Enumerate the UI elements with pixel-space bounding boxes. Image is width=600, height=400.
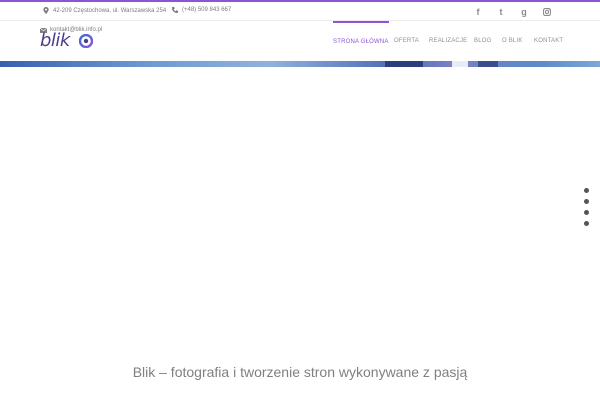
- google-plus-link[interactable]: g: [518, 6, 530, 18]
- tumblr-icon: t: [499, 7, 503, 17]
- nav-item-label: STRONA GŁÓWNA: [333, 39, 389, 45]
- phone-icon: [172, 7, 178, 13]
- nav-item-label: REALIZACJE: [429, 38, 468, 44]
- nav-item-about[interactable]: O BLIK: [502, 21, 523, 61]
- site-logo[interactable]: blik: [40, 31, 96, 53]
- instagram-link[interactable]: [541, 6, 553, 18]
- logo-text: blik: [40, 30, 70, 51]
- nav-item-projects[interactable]: REALIZACJE: [429, 21, 467, 61]
- nav-item-blog[interactable]: BLOG: [474, 21, 491, 61]
- slider-dot[interactable]: [584, 199, 589, 204]
- nav-item-offer[interactable]: OFERTA: [394, 21, 419, 61]
- address-text: 42-209 Częstochowa, ul. Warszawska 254: [53, 7, 167, 14]
- slider-dot[interactable]: [584, 210, 589, 215]
- nav-item-label: BLOG: [474, 38, 492, 44]
- hero-slider: [0, 67, 600, 400]
- google-plus-icon: g: [521, 7, 527, 17]
- nav-item-label: KONTAKT: [534, 38, 564, 44]
- hero-tagline: Blik – fotografia i tworzenie stron wyko…: [132, 364, 468, 380]
- phone-text: (+48) 509 843 667: [182, 7, 232, 13]
- nav-item-contact[interactable]: KONTAKT: [534, 21, 563, 61]
- map-pin-icon: [43, 7, 49, 14]
- nav-item-home[interactable]: STRONA GŁÓWNA: [333, 21, 389, 61]
- facebook-icon: f: [476, 7, 480, 17]
- aperture-logo-icon: [79, 34, 93, 48]
- nav-item-label: OFERTA: [394, 38, 419, 44]
- instagram-icon: [543, 8, 551, 16]
- nav-item-label: O BLIK: [502, 38, 523, 44]
- tumblr-link[interactable]: t: [495, 6, 507, 18]
- slider-dot[interactable]: [584, 221, 589, 226]
- address-info: 42-209 Częstochowa, ul. Warszawska 254: [43, 7, 166, 14]
- facebook-link[interactable]: f: [472, 6, 484, 18]
- phone-info[interactable]: (+48) 509 843 667: [172, 7, 231, 13]
- top-bar: 42-209 Częstochowa, ul. Warszawska 254 (…: [0, 2, 600, 21]
- slider-dot[interactable]: [584, 188, 589, 193]
